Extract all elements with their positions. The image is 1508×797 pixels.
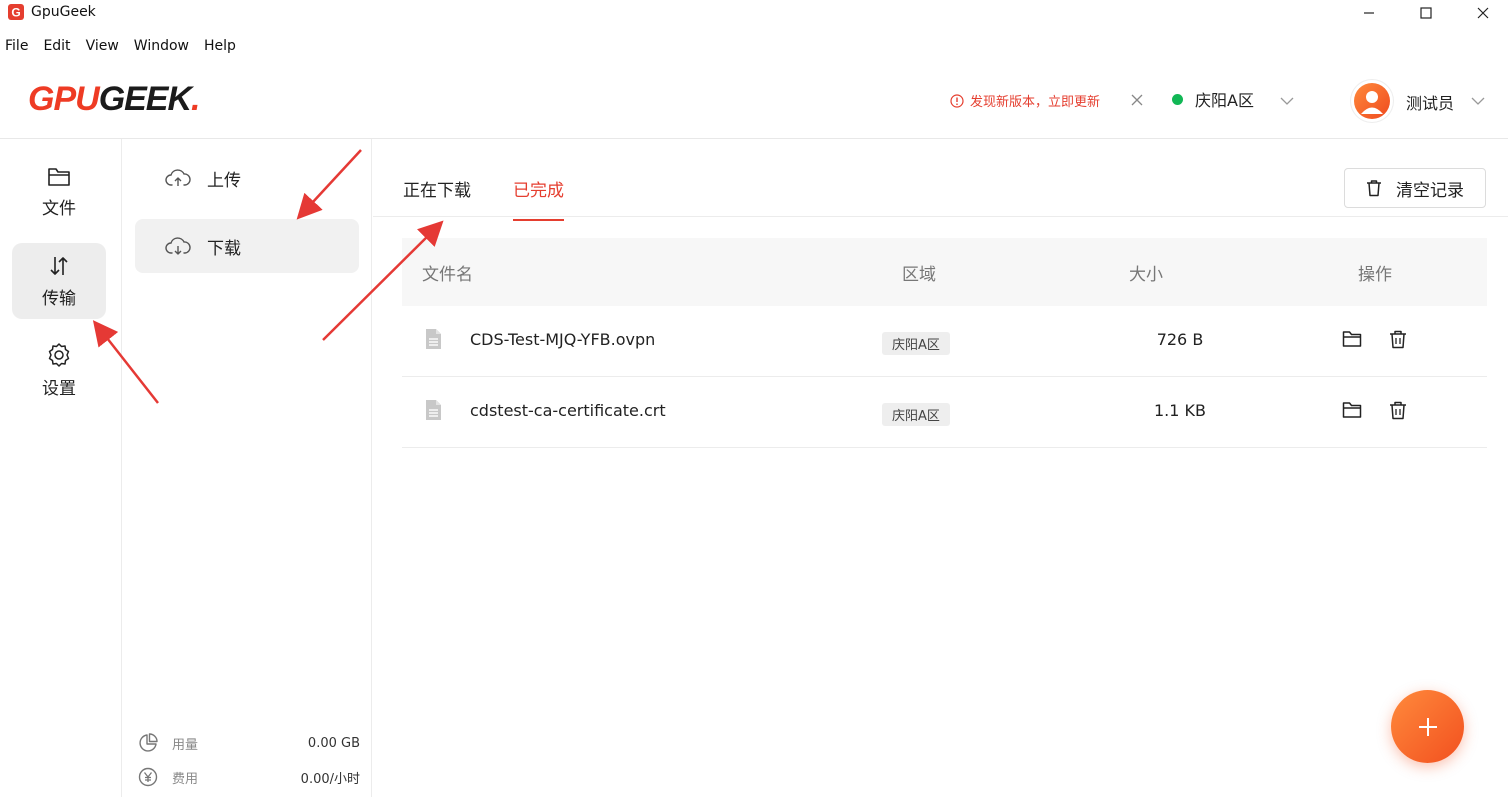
region-badge: 庆阳A区 — [882, 403, 950, 426]
close-window-button[interactable] — [1460, 0, 1506, 26]
folder-icon — [48, 167, 70, 186]
usage-label: 用量 — [172, 737, 199, 753]
sidebar-item-files[interactable]: 文件 — [12, 154, 106, 230]
gear-icon — [48, 342, 70, 367]
maximize-button[interactable] — [1403, 0, 1449, 26]
sidebar-item-label: 文件 — [42, 198, 76, 219]
table-header: 文件名 区域 大小 操作 — [402, 238, 1487, 306]
subnav-item-download[interactable]: 下载 — [135, 219, 359, 273]
clear-records-label: 清空记录 — [1396, 180, 1464, 201]
svg-text:G: G — [11, 6, 20, 20]
sidebar-item-label: 传输 — [42, 288, 76, 309]
chevron-down-icon[interactable] — [1280, 96, 1294, 106]
subnav-item-label: 下载 — [207, 238, 241, 259]
menu-window[interactable]: Window — [134, 38, 189, 60]
user-avatar-icon — [1354, 83, 1390, 119]
column-header-actions: 操作 — [1358, 265, 1392, 285]
clear-records-button[interactable]: 清空记录 — [1344, 168, 1486, 208]
trash-icon — [1367, 180, 1381, 197]
cost-stat: 费用 0.00/小时 — [138, 767, 360, 787]
window-title: GpuGeek — [31, 4, 96, 20]
column-header-size: 大小 — [1129, 265, 1163, 285]
cloud-download-icon — [165, 237, 191, 255]
cost-label: 费用 — [172, 771, 199, 787]
file-icon — [426, 329, 441, 349]
avatar[interactable] — [1351, 80, 1393, 122]
maximize-icon — [1420, 7, 1432, 19]
menu-file[interactable]: File — [5, 38, 28, 60]
minimize-button[interactable] — [1346, 0, 1392, 26]
svg-text:GPUGEEK.: GPUGEEK. — [28, 80, 200, 118]
file-size: 726 B — [1156, 330, 1204, 349]
download-tabs: 正在下载 已完成 清空记录 — [373, 139, 1508, 221]
transfer-icon — [50, 256, 68, 275]
app-logo-icon: G — [8, 4, 24, 20]
update-notice-text: 发现新版本，立即更新 — [970, 95, 1101, 110]
file-name: cdstest-ca-certificate.crt — [470, 401, 666, 420]
tab-downloading[interactable]: 正在下载 — [403, 176, 471, 219]
info-icon — [950, 93, 964, 108]
region-badge: 庆阳A区 — [882, 332, 950, 355]
cloud-upload-icon — [165, 169, 191, 186]
app-header: GPUGEEK. 发现新版本，立即更新 庆阳A区 测试员 — [0, 62, 1508, 139]
cost-value: 0.00/小时 — [300, 771, 360, 787]
menu-edit[interactable]: Edit — [43, 38, 70, 60]
open-folder-icon[interactable] — [1342, 330, 1362, 348]
usage-value: 0.00 GB — [307, 735, 360, 751]
sidebar-item-label: 设置 — [42, 378, 76, 399]
transfer-subnav: 上传 下载 用量 0.00 GB 费用 0.00/小时 — [122, 139, 372, 797]
menu-help[interactable]: Help — [204, 38, 236, 60]
sidebar-item-transfer[interactable]: 传输 — [12, 243, 106, 319]
sidebar-item-settings[interactable]: 设置 — [12, 332, 106, 408]
user-name[interactable]: 测试员 — [1406, 90, 1454, 114]
title-bar: G GpuGeek — [0, 0, 1508, 26]
file-name: CDS-Test-MJQ-YFB.ovpn — [470, 330, 656, 349]
delete-icon[interactable] — [1389, 401, 1407, 420]
delete-icon[interactable] — [1389, 330, 1407, 349]
update-notice[interactable]: 发现新版本，立即更新 — [950, 91, 1100, 110]
sidebar: 文件 传输 设置 — [0, 139, 122, 797]
usage-stat: 用量 0.00 GB — [138, 733, 360, 753]
add-fab-button[interactable] — [1391, 690, 1464, 763]
column-header-filename: 文件名 — [422, 265, 473, 285]
gpugeek-logo: GPUGEEK. — [28, 80, 201, 118]
tab-completed[interactable]: 已完成 — [513, 176, 564, 221]
subnav-item-upload[interactable]: 上传 — [135, 151, 359, 205]
table-row: CDS-Test-MJQ-YFB.ovpn 庆阳A区 726 B — [402, 306, 1487, 377]
file-size: 1.1 KB — [1154, 401, 1206, 420]
dismiss-update-icon[interactable] — [1130, 93, 1144, 107]
main-panel: 正在下载 已完成 清空记录 文件名 区域 大小 操作 CDS-Test-MJQ-… — [373, 139, 1508, 797]
region-selector[interactable]: 庆阳A区 — [1172, 87, 1254, 111]
open-folder-icon[interactable] — [1342, 401, 1362, 419]
menu-bar: File Edit View Window Help — [0, 38, 251, 60]
plus-icon — [1418, 717, 1437, 736]
completed-table: 文件名 区域 大小 操作 CDS-Test-MJQ-YFB.ovpn 庆阳A区 … — [402, 238, 1487, 448]
close-icon — [1477, 7, 1489, 19]
pie-chart-icon — [139, 733, 158, 752]
column-header-region: 区域 — [902, 265, 936, 285]
menu-view[interactable]: View — [86, 38, 119, 60]
region-label: 庆阳A区 — [1195, 91, 1254, 110]
yen-icon — [138, 767, 158, 787]
chevron-down-icon[interactable] — [1471, 96, 1485, 106]
subnav-item-label: 上传 — [207, 170, 241, 191]
file-icon — [426, 400, 441, 420]
minimize-icon — [1364, 12, 1374, 14]
table-row: cdstest-ca-certificate.crt 庆阳A区 1.1 KB — [402, 377, 1487, 448]
online-status-dot — [1172, 93, 1183, 105]
